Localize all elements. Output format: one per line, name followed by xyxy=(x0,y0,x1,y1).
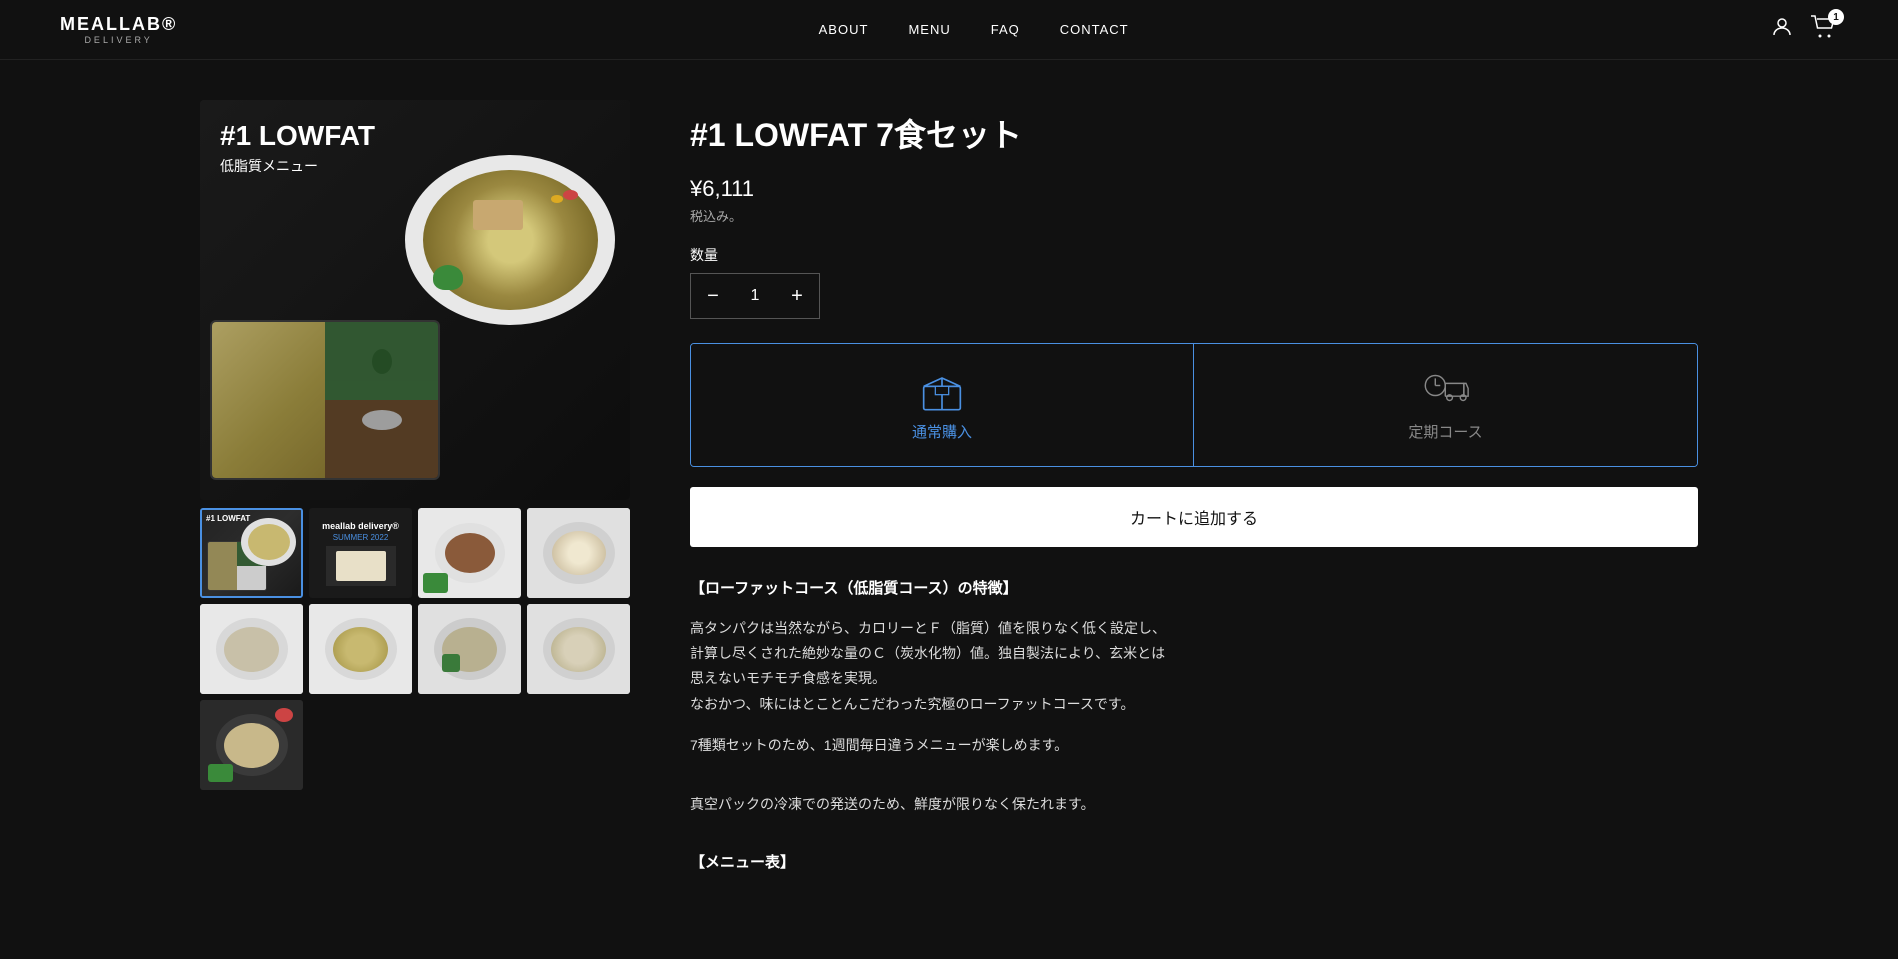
logo[interactable]: MEALLAB® DELIVERY xyxy=(60,14,177,45)
thumbnail-7[interactable] xyxy=(418,604,521,694)
product-details: #1 LOWFAT 7食セット ¥6,111 税込み。 数量 − 1 + 通常購… xyxy=(690,100,1698,872)
product-price: ¥6,111 xyxy=(690,176,1698,202)
cart-button[interactable]: 1 xyxy=(1810,15,1838,44)
add-to-cart-button[interactable]: カートに追加する xyxy=(690,487,1698,547)
thumbnail-grid-row3 xyxy=(200,700,630,790)
thumbnail-1[interactable]: #1 LOWFAT xyxy=(200,508,303,598)
description-section: 【ローファットコース（低脂質コース）の特徴】 高タンパクは当然ながら、カロリーと… xyxy=(690,577,1698,872)
thumbnail-3[interactable] xyxy=(418,508,521,598)
thumbnail-grid-row1: #1 LOWFAT meallab deliver xyxy=(200,508,630,598)
desc-body-1: 高タンパクは当然ながら、カロリーとＦ（脂質）値を限りなく低く設定し、計算し尽くさ… xyxy=(690,616,1170,717)
thumbnail-8[interactable] xyxy=(527,604,630,694)
nav-faq[interactable]: FAQ xyxy=(991,22,1020,37)
price-note: 税込み。 xyxy=(690,206,1698,225)
quantity-label: 数量 xyxy=(690,245,1698,265)
main-product-image: #1 LOWFAT 低脂質メニュー xyxy=(200,100,630,500)
thumbnail-4[interactable] xyxy=(527,508,630,598)
user-icon[interactable] xyxy=(1770,15,1794,44)
cart-badge: 1 xyxy=(1828,9,1844,25)
thumbnail-5[interactable] xyxy=(200,604,303,694)
product-title: #1 LOWFAT 7食セット xyxy=(690,110,1698,156)
option-subscription-label: 定期コース xyxy=(1210,421,1681,442)
delivery-icon xyxy=(1421,368,1471,413)
option-normal-label: 通常購入 xyxy=(707,421,1177,442)
quantity-increase-button[interactable]: + xyxy=(775,274,819,318)
quantity-control: − 1 + xyxy=(690,273,820,319)
desc-body-3: 真空パックの冷凍での発送のため、鮮度が限りなく保たれます。 xyxy=(690,792,1698,817)
nav-menu[interactable]: MENU xyxy=(908,22,950,37)
main-nav: ABOUT MENU FAQ CONTACT xyxy=(819,22,1129,37)
quantity-decrease-button[interactable]: − xyxy=(691,274,735,318)
logo-sub: DELIVERY xyxy=(84,35,152,45)
thumbnail-6[interactable] xyxy=(309,604,412,694)
box-icon xyxy=(917,368,967,413)
purchase-options: 通常購入 定期コース xyxy=(690,343,1698,467)
thumbnail-2[interactable]: meallab delivery® SUMMER 2022 xyxy=(309,508,412,598)
quantity-value: 1 xyxy=(735,287,775,305)
nav-about[interactable]: ABOUT xyxy=(819,22,869,37)
purchase-option-subscription[interactable]: 定期コース xyxy=(1194,344,1697,466)
desc-heading-1: 【ローファットコース（低脂質コース）の特徴】 xyxy=(690,577,1698,598)
logo-main: MEALLAB® xyxy=(60,14,177,35)
thumbnail-9[interactable] xyxy=(200,700,303,790)
product-images: #1 LOWFAT 低脂質メニュー xyxy=(200,100,630,872)
desc-heading-2: 【メニュー表】 xyxy=(690,851,1698,872)
nav-contact[interactable]: CONTACT xyxy=(1060,22,1129,37)
product-image-title: #1 LOWFAT 低脂質メニュー xyxy=(220,120,375,176)
header-icons: 1 xyxy=(1770,15,1838,44)
desc-body-2: 7種類セットのため、1週間毎日違うメニューが楽しめます。 xyxy=(690,733,1698,758)
thumbnail-grid-row2 xyxy=(200,604,630,694)
purchase-option-normal[interactable]: 通常購入 xyxy=(691,344,1194,466)
